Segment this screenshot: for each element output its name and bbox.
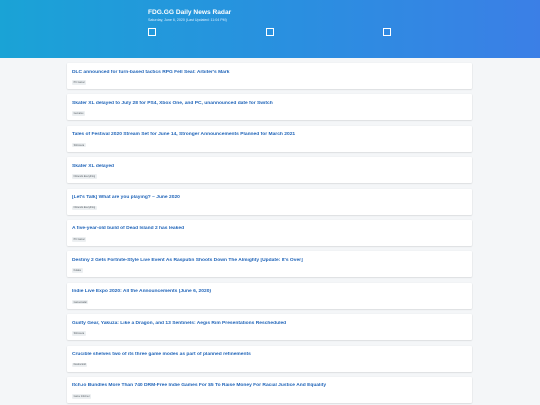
news-card[interactable]: Indie Live Expo 2020: All the Announceme… [67,282,472,309]
news-card[interactable]: A five-year-old build of Dead Island 2 h… [67,219,472,246]
news-card[interactable]: Tales of Festival 2020 Stream Set for Ju… [67,125,472,152]
news-card[interactable]: Destiny 2 Gets Fortnite-Style Live Event… [67,251,472,278]
news-card[interactable]: Guilty Gear, Yakuza: Like a Dragon, and … [67,314,472,341]
header-banner: FDG.GG Daily News Radar Saturday, June 6… [0,0,540,58]
source-badge: PC Gamer [72,80,87,85]
news-title-link[interactable]: Crucible shelves two of its three game m… [72,352,468,357]
filter-checkbox-3[interactable] [383,28,391,36]
news-card[interactable]: Skater XL delayed to July 28 for PS4, Xb… [67,94,472,121]
source-badge: Nintendo Everything [72,205,97,211]
news-title-link[interactable]: Destiny 2 Gets Fortnite-Style Live Event… [72,258,468,263]
source-badge: Siliconera [72,142,86,148]
source-badge: Game Informer [72,393,92,399]
filter-checkbox-1[interactable] [148,28,156,36]
filter-checkbox-2[interactable] [266,28,274,36]
news-list: DLC announced for turn-based tactics RPG… [67,63,472,405]
news-title-link[interactable]: Skater XL delayed to July 28 for PS4, Xb… [72,101,468,106]
page-title: FDG.GG Daily News Radar [148,9,232,16]
news-title-link[interactable]: Itch.io Bundles More Than 740 DRM-Free I… [72,383,468,388]
source-badge: PC Gamer [72,236,87,242]
news-title-link[interactable]: Guilty Gear, Yakuza: Like a Dragon, and … [72,321,468,326]
news-card[interactable]: Crucible shelves two of its three game m… [67,345,472,372]
last-updated-text: Saturday, June 6, 2020 (Last Updated: 11… [148,18,227,22]
news-card[interactable]: [Let's Talk] What are you playing? – Jun… [67,188,472,215]
news-title-link[interactable]: DLC announced for turn-based tactics RPG… [72,70,468,75]
source-badge: Gematsu [72,111,85,116]
news-title-link[interactable]: Indie Live Expo 2020: All the Announceme… [72,289,468,294]
source-badge: Destructoid [72,362,88,368]
source-badge: Siliconera [72,331,86,336]
source-badge: Kotaku [72,268,83,273]
news-card[interactable]: Itch.io Bundles More Than 740 DRM-Free I… [67,376,472,403]
news-title-link[interactable]: Tales of Festival 2020 Stream Set for Ju… [72,132,468,137]
news-title-link[interactable]: A five-year-old build of Dead Island 2 h… [72,226,468,231]
news-title-link[interactable]: [Let's Talk] What are you playing? – Jun… [72,195,468,200]
news-card[interactable]: Skater XL delayed Nintendo Everything [67,157,472,184]
news-card[interactable]: DLC announced for turn-based tactics RPG… [67,63,472,89]
source-badge: Nintendo Everything [72,174,97,179]
news-title-link[interactable]: Skater XL delayed [72,164,468,169]
source-badge: Gamesradar [72,299,89,305]
